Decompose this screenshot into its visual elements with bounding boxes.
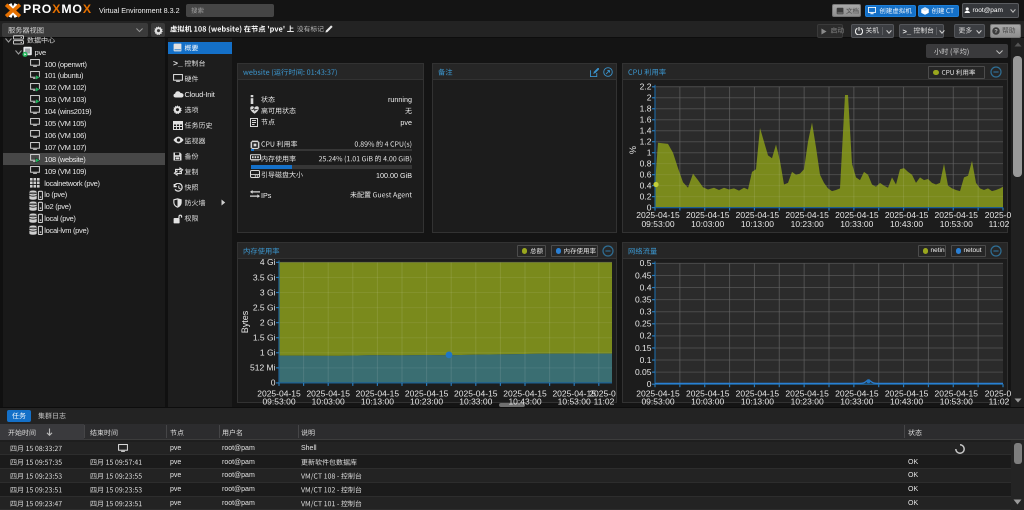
svg-text:0.05: 0.05	[635, 367, 652, 377]
svg-text:10:13:00: 10:13:00	[741, 397, 774, 407]
svg-text:0.15: 0.15	[635, 343, 652, 353]
svg-text:10:33:00: 10:33:00	[840, 397, 873, 407]
svg-text:0.4: 0.4	[640, 282, 652, 292]
svg-text:10:43:00: 10:43:00	[890, 397, 923, 407]
svg-text:09:53:00: 09:53:00	[641, 397, 674, 407]
svg-text:0.25: 0.25	[635, 319, 652, 329]
svg-text:0.2: 0.2	[640, 331, 652, 341]
svg-text:10:23:00: 10:23:00	[791, 397, 824, 407]
svg-text:0.3: 0.3	[640, 307, 652, 317]
svg-text:0: 0	[647, 379, 652, 389]
svg-text:0.5: 0.5	[640, 258, 652, 268]
svg-text:0.45: 0.45	[635, 270, 652, 280]
svg-text:10:53:00: 10:53:00	[940, 397, 973, 407]
svg-text:0.1: 0.1	[640, 355, 652, 365]
svg-text:11:02: 11:02	[989, 397, 1010, 407]
svg-text:10:03:00: 10:03:00	[691, 397, 724, 407]
svg-text:0.35: 0.35	[635, 294, 652, 304]
